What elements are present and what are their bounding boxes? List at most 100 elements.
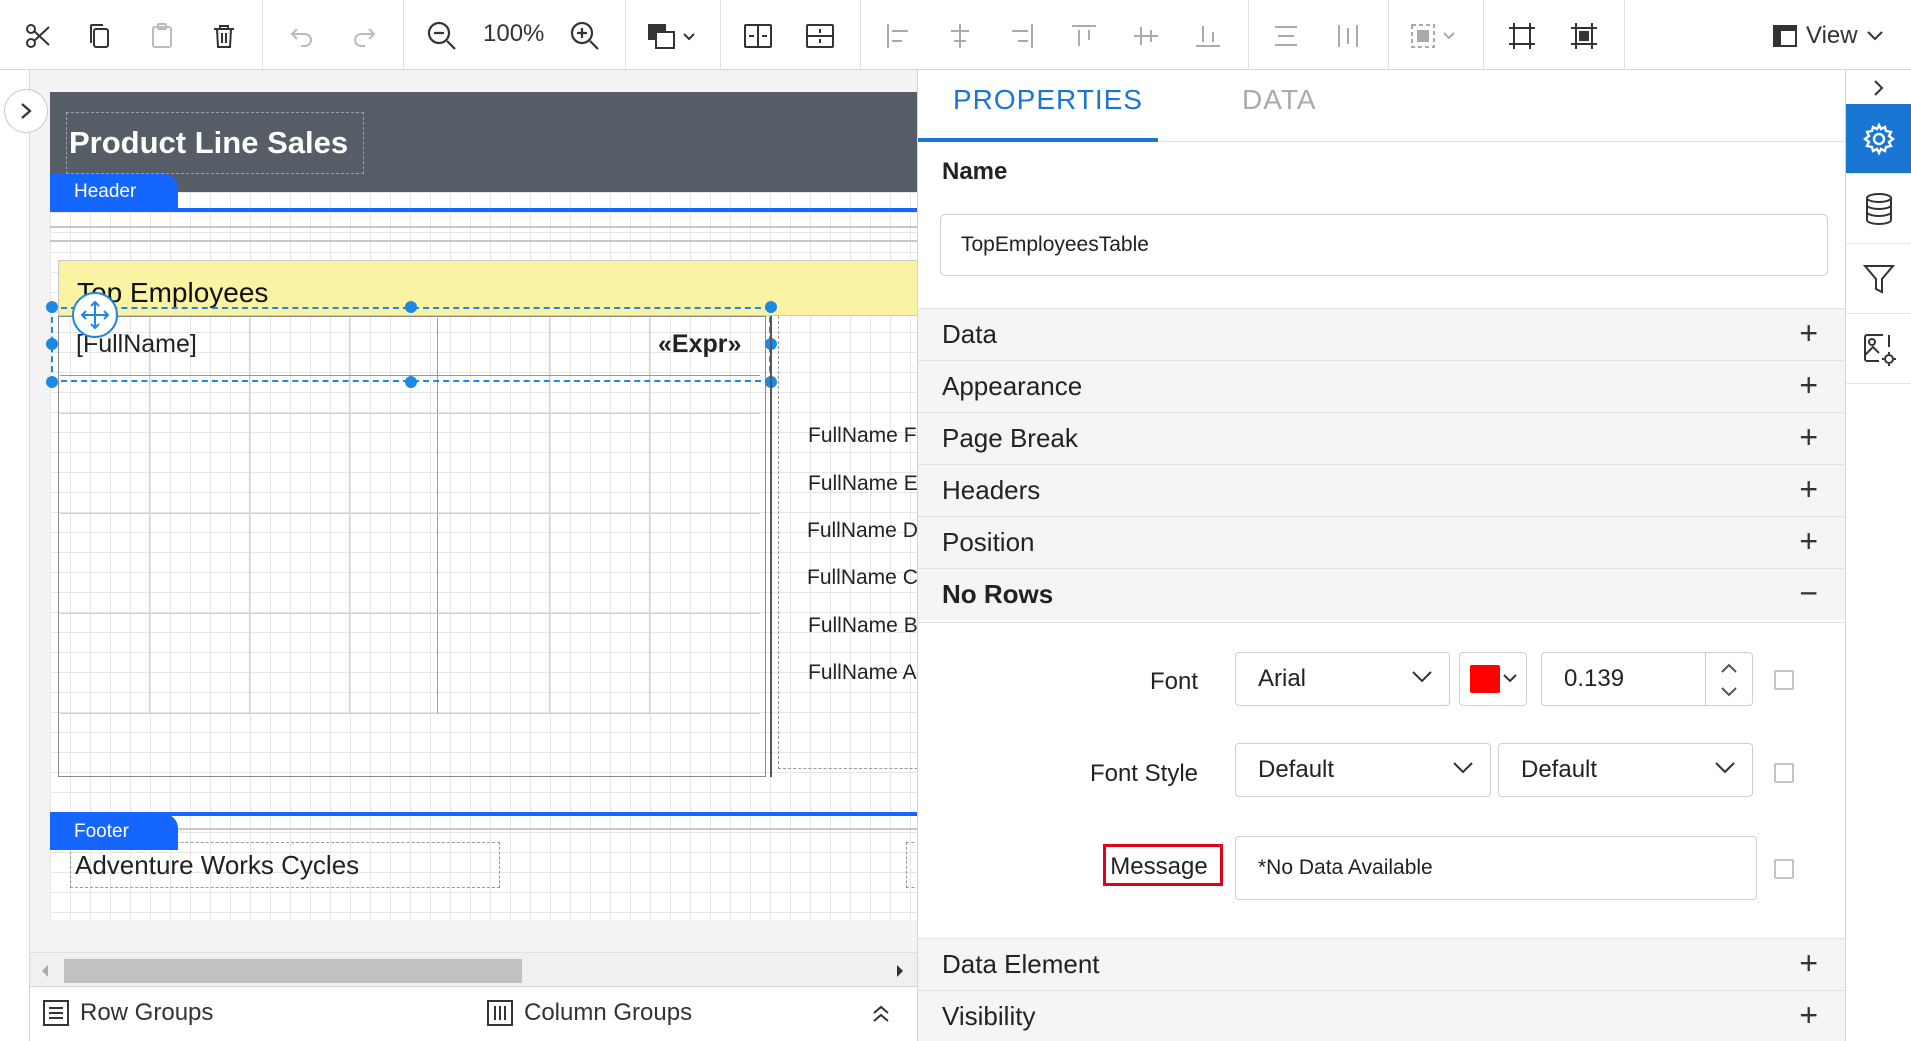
zoom-out-icon[interactable] bbox=[420, 14, 464, 58]
expand-plus-icon[interactable]: + bbox=[1799, 997, 1818, 1034]
section-position[interactable]: Position + bbox=[918, 516, 1846, 568]
chevron-down-icon bbox=[1412, 671, 1432, 683]
move-handle-icon[interactable] bbox=[72, 292, 118, 338]
align-middle-icon[interactable] bbox=[1124, 14, 1168, 58]
resize-handle[interactable] bbox=[405, 301, 417, 313]
align-center-icon[interactable] bbox=[938, 14, 982, 58]
filter-rail-button[interactable] bbox=[1846, 244, 1911, 314]
expand-plus-icon[interactable]: + bbox=[1799, 315, 1818, 352]
insert-column-icon[interactable] bbox=[798, 14, 842, 58]
select-group-icon[interactable] bbox=[1404, 14, 1468, 58]
resize-handle[interactable] bbox=[405, 376, 417, 388]
section-data[interactable]: Data + bbox=[918, 308, 1846, 360]
name-input[interactable]: TopEmployeesTable bbox=[940, 214, 1828, 276]
expand-plus-icon[interactable]: + bbox=[1799, 367, 1818, 404]
properties-panel: PROPERTIES DATA Name TopEmployeesTable D… bbox=[917, 70, 1846, 1041]
header-divider bbox=[50, 226, 917, 228]
resize-handle[interactable] bbox=[46, 338, 58, 350]
image-manager-rail-button[interactable] bbox=[1846, 314, 1911, 384]
report-designer: 100% View Product Line Sales Header Top … bbox=[0, 0, 1911, 1041]
expand-plus-icon[interactable]: + bbox=[1799, 523, 1818, 560]
data-rail-button[interactable] bbox=[1846, 174, 1911, 244]
message-label: Message bbox=[1110, 853, 1208, 880]
scrollbar-thumb[interactable] bbox=[64, 959, 522, 983]
section-visibility[interactable]: Visibility + bbox=[918, 990, 1846, 1041]
font-style-checkbox[interactable] bbox=[1774, 763, 1794, 783]
redo-icon[interactable] bbox=[342, 14, 386, 58]
collapse-panel-button[interactable] bbox=[1846, 70, 1911, 106]
collapse-minus-icon[interactable]: − bbox=[1799, 575, 1818, 612]
double-chevron-up-icon[interactable] bbox=[870, 1003, 892, 1025]
font-weight-dropdown[interactable]: Default bbox=[1498, 743, 1753, 797]
section-data-element[interactable]: Data Element + bbox=[918, 938, 1846, 990]
resize-handle[interactable] bbox=[46, 301, 58, 313]
scroll-right-icon[interactable] bbox=[895, 964, 905, 978]
chart-label: FullName B bbox=[808, 614, 917, 637]
align-left-icon[interactable] bbox=[876, 14, 920, 58]
font-color-picker[interactable] bbox=[1459, 652, 1527, 706]
filter-icon bbox=[1862, 264, 1896, 294]
align-bottom-icon[interactable] bbox=[1186, 14, 1230, 58]
scroll-left-icon[interactable] bbox=[40, 964, 50, 978]
panel-tabs: PROPERTIES DATA bbox=[918, 70, 1846, 142]
align-top-icon[interactable] bbox=[1062, 14, 1106, 58]
align-right-icon[interactable] bbox=[1000, 14, 1044, 58]
design-canvas[interactable]: Product Line Sales Header Top Employees bbox=[30, 70, 917, 952]
stepper-down-icon[interactable] bbox=[1720, 686, 1738, 698]
footer-band-line bbox=[50, 812, 917, 816]
zoom-in-icon[interactable] bbox=[563, 14, 607, 58]
view-button[interactable]: View bbox=[1772, 18, 1884, 54]
section-no-rows[interactable]: No Rows − bbox=[918, 568, 1846, 620]
stepper-up-icon[interactable] bbox=[1720, 662, 1738, 674]
zoom-level[interactable]: 100% bbox=[483, 20, 544, 48]
section-visibility-label: Visibility bbox=[942, 1001, 1036, 1031]
font-checkbox[interactable] bbox=[1774, 670, 1794, 690]
column-groups-button[interactable]: Column Groups bbox=[486, 999, 692, 1027]
copy-icon[interactable] bbox=[78, 14, 122, 58]
footer-item[interactable] bbox=[906, 842, 917, 888]
tab-properties[interactable]: PROPERTIES bbox=[953, 84, 1143, 116]
distribute-horizontal-icon[interactable] bbox=[1264, 14, 1308, 58]
horizontal-scrollbar[interactable] bbox=[30, 952, 917, 986]
section-headers-label: Headers bbox=[942, 475, 1041, 505]
right-icon-rail bbox=[1845, 70, 1911, 1041]
insert-row-icon[interactable] bbox=[736, 14, 780, 58]
font-size-stepper[interactable]: 0.139 bbox=[1541, 652, 1753, 706]
expand-plus-icon[interactable]: + bbox=[1799, 419, 1818, 456]
section-headers[interactable]: Headers + bbox=[918, 464, 1846, 516]
tab-data[interactable]: DATA bbox=[1242, 84, 1317, 116]
expand-plus-icon[interactable]: + bbox=[1799, 471, 1818, 508]
body-divider bbox=[50, 240, 917, 242]
cut-icon[interactable] bbox=[16, 14, 60, 58]
distribute-vertical-icon[interactable] bbox=[1326, 14, 1370, 58]
font-style-dropdown[interactable]: Default bbox=[1235, 743, 1491, 797]
font-style-value: Default bbox=[1258, 756, 1335, 783]
message-checkbox[interactable] bbox=[1774, 859, 1794, 879]
undo-icon[interactable] bbox=[280, 14, 324, 58]
size-to-grid-icon[interactable] bbox=[1500, 14, 1544, 58]
resize-handle[interactable] bbox=[46, 376, 58, 388]
font-family-dropdown[interactable]: Arial bbox=[1235, 652, 1450, 706]
message-input[interactable]: *No Data Available bbox=[1235, 836, 1757, 900]
layer-order-icon[interactable] bbox=[640, 14, 704, 58]
section-appearance[interactable]: Appearance + bbox=[918, 360, 1846, 412]
font-label: Font bbox=[1149, 668, 1198, 695]
chevron-down-icon bbox=[1715, 762, 1735, 774]
active-tab-indicator bbox=[918, 138, 1158, 142]
report-page[interactable]: Product Line Sales Header Top Employees bbox=[46, 92, 917, 920]
resize-handle[interactable] bbox=[765, 301, 777, 313]
section-page-break[interactable]: Page Break + bbox=[918, 412, 1846, 464]
chart-label: FullName E bbox=[808, 472, 917, 495]
report-title[interactable]: Product Line Sales bbox=[66, 112, 364, 174]
color-swatch bbox=[1470, 665, 1500, 693]
delete-icon[interactable] bbox=[202, 14, 246, 58]
expand-plus-icon[interactable]: + bbox=[1799, 945, 1818, 982]
header-tag[interactable]: Header bbox=[50, 174, 178, 210]
expand-panel-button[interactable] bbox=[4, 89, 48, 133]
fit-to-page-icon[interactable] bbox=[1562, 14, 1606, 58]
paste-icon[interactable] bbox=[140, 14, 184, 58]
column-groups-icon bbox=[487, 1000, 513, 1026]
row-groups-button[interactable]: Row Groups bbox=[42, 999, 213, 1027]
properties-rail-button[interactable] bbox=[1846, 104, 1911, 174]
footer-tag[interactable]: Footer bbox=[50, 814, 178, 850]
